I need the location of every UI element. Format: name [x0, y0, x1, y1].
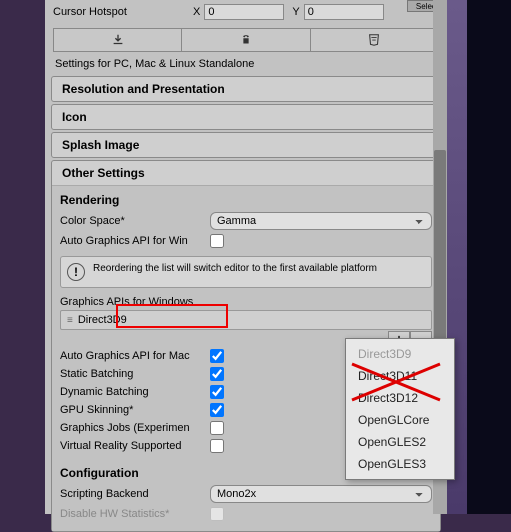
- popup-item-d3d12[interactable]: Direct3D12: [346, 387, 454, 409]
- info-icon: !: [67, 263, 85, 281]
- cursor-hotspot-row: Cursor Hotspot X Y: [45, 0, 447, 24]
- gpu-skinning-checkbox[interactable]: [210, 403, 224, 417]
- acc-resolution[interactable]: Resolution and Presentation: [51, 76, 441, 102]
- disable-hw-stats-checkbox: [210, 507, 224, 521]
- android-icon: [239, 33, 253, 47]
- popup-item-d3d11[interactable]: Direct3D11: [346, 365, 454, 387]
- color-space-select[interactable]: Gamma: [210, 212, 432, 230]
- rendering-header: Rendering: [60, 190, 432, 210]
- graphics-jobs-checkbox[interactable]: [210, 421, 224, 435]
- popup-item-d3d9: Direct3D9: [346, 343, 454, 365]
- html5-icon: [367, 33, 381, 47]
- api-list-item[interactable]: ≡ Direct3D9: [61, 311, 431, 329]
- dynamic-batching-checkbox[interactable]: [210, 385, 224, 399]
- gpu-skinning-label: GPU Skinning*: [60, 404, 210, 416]
- dynamic-batching-label: Dynamic Batching: [60, 386, 210, 398]
- auto-api-win-label: Auto Graphics API for Win: [60, 235, 210, 247]
- drag-handle-icon[interactable]: ≡: [67, 315, 72, 326]
- api-popup-menu: Direct3D9 Direct3D11 Direct3D12 OpenGLCo…: [345, 338, 455, 480]
- tab-standalone[interactable]: [54, 29, 182, 51]
- popup-item-opengles2[interactable]: OpenGLES2: [346, 431, 454, 453]
- cursor-x-input[interactable]: [204, 4, 284, 20]
- acc-splash[interactable]: Splash Image: [51, 132, 441, 158]
- api-list-label: Graphics APIs for Windows: [60, 294, 432, 310]
- graphics-jobs-label: Graphics Jobs (Experimen: [60, 422, 210, 434]
- api-item-label: Direct3D9: [78, 314, 127, 326]
- cursor-y-input[interactable]: [304, 4, 384, 20]
- disable-hw-stats-label: Disable HW Statistics*: [60, 508, 210, 520]
- info-text: Reordering the list will switch editor t…: [93, 263, 377, 274]
- scripting-backend-label: Scripting Backend: [60, 488, 210, 500]
- acc-icon[interactable]: Icon: [51, 104, 441, 130]
- graphics-api-list[interactable]: ≡ Direct3D9: [60, 310, 432, 330]
- auto-api-mac-checkbox[interactable]: [210, 349, 224, 363]
- download-icon: [111, 33, 125, 47]
- settings-title: Settings for PC, Mac & Linux Standalone: [45, 52, 447, 76]
- x-label: X: [193, 6, 200, 18]
- platform-tabs: [53, 28, 439, 52]
- scripting-backend-select[interactable]: Mono2x: [210, 485, 432, 503]
- static-batching-label: Static Batching: [60, 368, 210, 380]
- static-batching-checkbox[interactable]: [210, 367, 224, 381]
- tab-android[interactable]: [182, 29, 310, 51]
- vr-supported-label: Virtual Reality Supported: [60, 440, 210, 452]
- popup-item-openglcore[interactable]: OpenGLCore: [346, 409, 454, 431]
- auto-api-win-checkbox[interactable]: [210, 234, 224, 248]
- info-box: ! Reordering the list will switch editor…: [60, 256, 432, 288]
- cursor-hotspot-label: Cursor Hotspot: [53, 6, 193, 18]
- y-label: Y: [292, 6, 299, 18]
- vr-supported-checkbox[interactable]: [210, 439, 224, 453]
- popup-item-opengles3[interactable]: OpenGLES3: [346, 453, 454, 475]
- auto-api-mac-label: Auto Graphics API for Mac: [60, 350, 210, 362]
- color-space-label: Color Space*: [60, 215, 210, 227]
- editor-dark-area: [467, 0, 511, 514]
- tab-webgl[interactable]: [311, 29, 438, 51]
